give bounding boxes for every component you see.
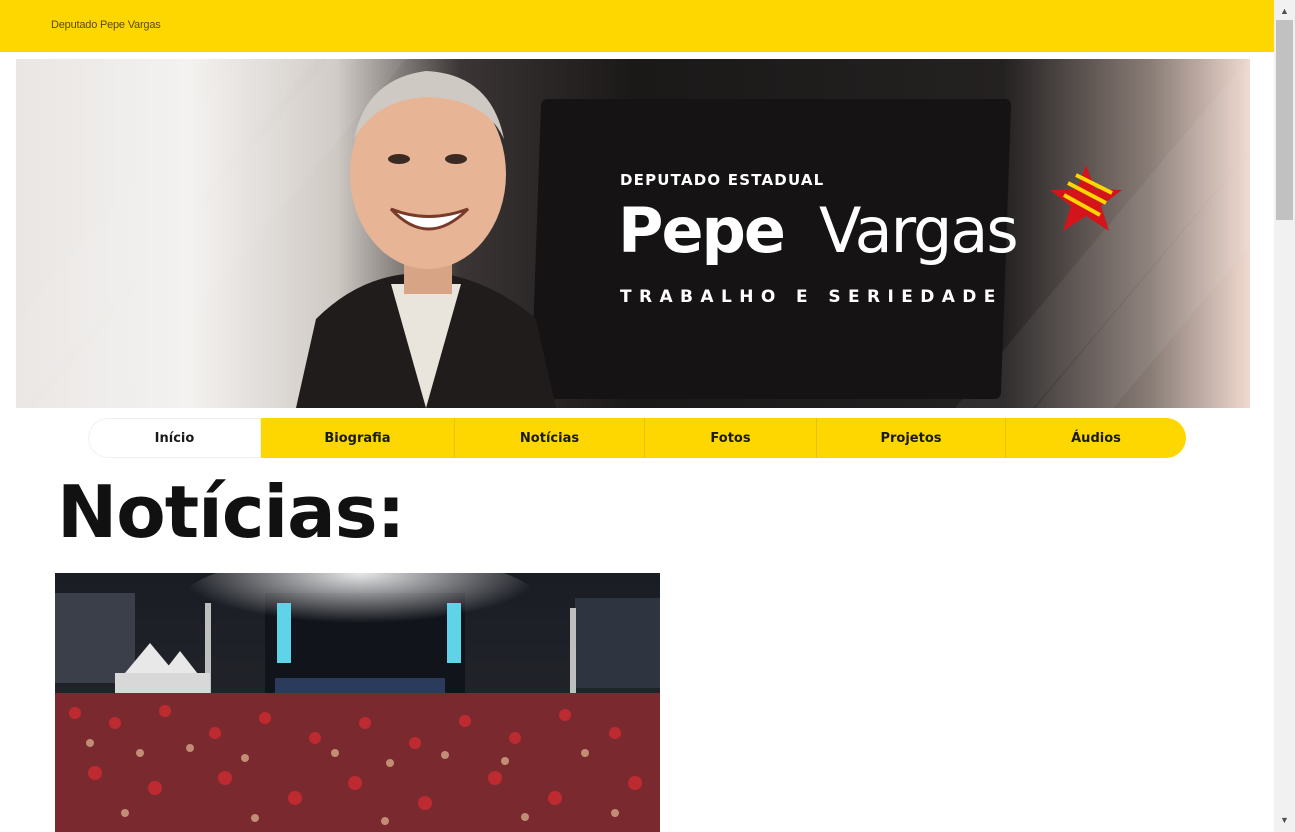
nav-item-biografia[interactable]: Biografia (261, 418, 455, 458)
nav-item-label: Biografia (324, 430, 391, 446)
news-photo (55, 573, 660, 832)
nav-item-label: Início (154, 430, 195, 446)
scrollbar-thumb[interactable] (1276, 20, 1293, 220)
nav-item-noticias[interactable]: Notícias (455, 418, 645, 458)
banner-slogan: TRABALHO E SERIEDADE (620, 287, 1003, 307)
news-card-image[interactable] (55, 573, 660, 832)
nav-item-audios[interactable]: Áudios (1006, 418, 1186, 458)
nav-item-label: Notícias (519, 430, 580, 446)
top-header: Deputado Pepe Vargas (0, 0, 1274, 52)
site-name[interactable]: Deputado Pepe Vargas (51, 19, 161, 31)
nav-item-label: Áudios (1071, 430, 1121, 446)
banner-name-last: Vargas (819, 194, 1019, 267)
arrow-up-icon[interactable]: ▲ (1274, 2, 1295, 20)
page-title: Notícias: (57, 470, 405, 554)
nav-item-label: Fotos (710, 430, 751, 446)
main-navigation: Início Biografia Notícias Fotos Projetos… (88, 418, 1186, 458)
banner-name-first: Pepe (618, 194, 786, 267)
banner-subtitle: DEPUTADO ESTADUAL (620, 171, 825, 189)
nav-item-label: Projetos (880, 430, 942, 446)
hero-banner: DEPUTADO ESTADUAL Pepe Vargas TRABALHO E… (16, 59, 1250, 408)
star-logo-icon (1050, 165, 1122, 231)
nav-item-fotos[interactable]: Fotos (645, 418, 817, 458)
nav-item-projetos[interactable]: Projetos (817, 418, 1006, 458)
portrait-image (296, 71, 556, 408)
nav-item-inicio[interactable]: Início (88, 418, 261, 458)
arrow-down-icon[interactable]: ▼ (1274, 811, 1295, 829)
